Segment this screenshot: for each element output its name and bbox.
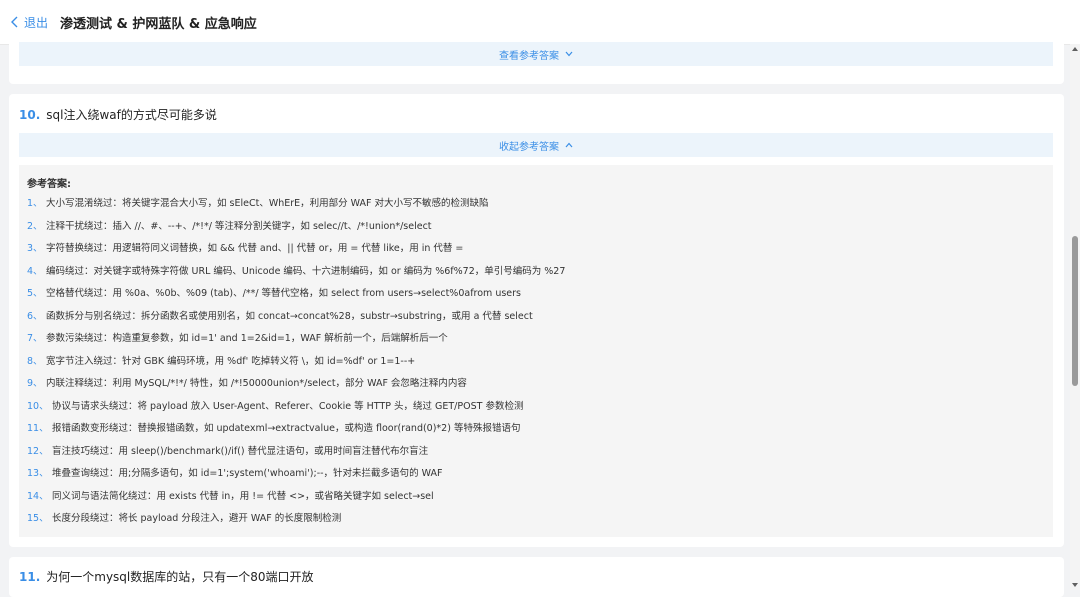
answer-item: 1、 大小写混淆绕过：将关键字混合大小写，如 sEleCt、WhErE，利用部分 … bbox=[27, 198, 489, 209]
exit-label: 退出 bbox=[24, 15, 49, 30]
chevron-down-icon bbox=[565, 51, 573, 57]
view-answer-label: 查看参考答案 bbox=[499, 50, 559, 62]
question-text: sql注入绕waf的方式尽可能多说 bbox=[46, 108, 217, 122]
question-card-10: 10. sql注入绕waf的方式尽可能多说 收起参考答案 参考答案: 1、 大小写混… bbox=[9, 94, 1064, 547]
answer-item: 3、 字符替换绕过：用逻辑符同义词替换，如 && 代替 and、|| 代替 or，… bbox=[27, 243, 464, 254]
collapse-answer-label: 收起参考答案 bbox=[499, 141, 559, 153]
answer-item: 11、 报错函数变形绕过：替换报错函数，如 updatexml→extractva… bbox=[27, 423, 521, 434]
chevron-left-icon bbox=[11, 16, 18, 28]
answer-item: 10、 协议与请求头绕过：将 payload 放入 User-Agent、Refe… bbox=[27, 400, 524, 412]
question-number: 10. bbox=[19, 108, 41, 122]
answer-item: 14、 同义词与语法简化绕过：用 exists 代替 in，用 != 代替 <>，… bbox=[27, 490, 434, 502]
question-card-11: 11. 为何一个mysql数据库的站，只有一个80端口开放 bbox=[9, 557, 1064, 597]
scroll-down-icon[interactable] bbox=[1070, 580, 1080, 590]
scroll-up-icon[interactable] bbox=[1070, 44, 1080, 54]
answer-item: 13、 堆叠查询绕过：用;分隔多语句，如 id=1';system('whoami… bbox=[27, 468, 443, 479]
answer-panel: 参考答案: 1、 大小写混淆绕过：将关键字混合大小写，如 sEleCt、WhErE… bbox=[19, 165, 1053, 537]
answer-item: 9、 内联注释绕过：利用 MySQL/*!*/ 特性，如 /*!50000unio… bbox=[27, 378, 467, 389]
vertical-scrollbar[interactable] bbox=[1070, 44, 1080, 590]
answer-item: 7、 参数污染绕过：构造重复参数，如 id=1' and 1=2&id=1，WAF… bbox=[27, 333, 448, 344]
answer-item: 6、 函数拆分与别名绕过：拆分函数名或使用别名，如 concat→concat%2… bbox=[27, 310, 533, 322]
question-card-9: 查看参考答案 bbox=[9, 30, 1064, 84]
collapse-answer-button[interactable]: 收起参考答案 bbox=[19, 133, 1053, 157]
answer-item: 12、 盲注技巧绕过：用 sleep()/benchmark()/if() 替代显… bbox=[27, 445, 429, 457]
chevron-up-icon bbox=[565, 142, 573, 148]
scrollbar-thumb[interactable] bbox=[1072, 236, 1078, 386]
answer-item: 4、 编码绕过：对关键字或特殊字符做 URL 编码、Unicode 编码、十六进制… bbox=[27, 265, 566, 277]
exit-button[interactable]: 退出 bbox=[10, 14, 48, 31]
answer-item: 2、 注释干扰绕过：插入 //、#、--+、/*!*/ 等注释分割关键字，如 se… bbox=[27, 220, 432, 232]
answer-item: 8、 宽字节注入绕过：针对 GBK 编码环境，用 %df' 吃掉转义符 \，如 i… bbox=[27, 355, 416, 367]
question-text: 为何一个mysql数据库的站，只有一个80端口开放 bbox=[46, 570, 314, 584]
answer-heading: 参考答案: bbox=[27, 179, 71, 190]
view-answer-button[interactable]: 查看参考答案 bbox=[19, 42, 1053, 66]
question-title: 10. sql注入绕waf的方式尽可能多说 bbox=[19, 106, 217, 123]
answer-item: 15、 长度分段绕过：将长 payload 分段注入，避开 WAF 的长度限制检测 bbox=[27, 513, 342, 524]
question-title: 11. 为何一个mysql数据库的站，只有一个80端口开放 bbox=[19, 568, 314, 585]
page-title: 渗透测试 & 护网蓝队 & 应急响应 bbox=[60, 16, 257, 32]
question-number: 11. bbox=[19, 570, 41, 584]
answer-item: 5、 空格替代绕过：用 %0a、%0b、%09 (tab)、/**/ 等替代空格，… bbox=[27, 288, 522, 299]
